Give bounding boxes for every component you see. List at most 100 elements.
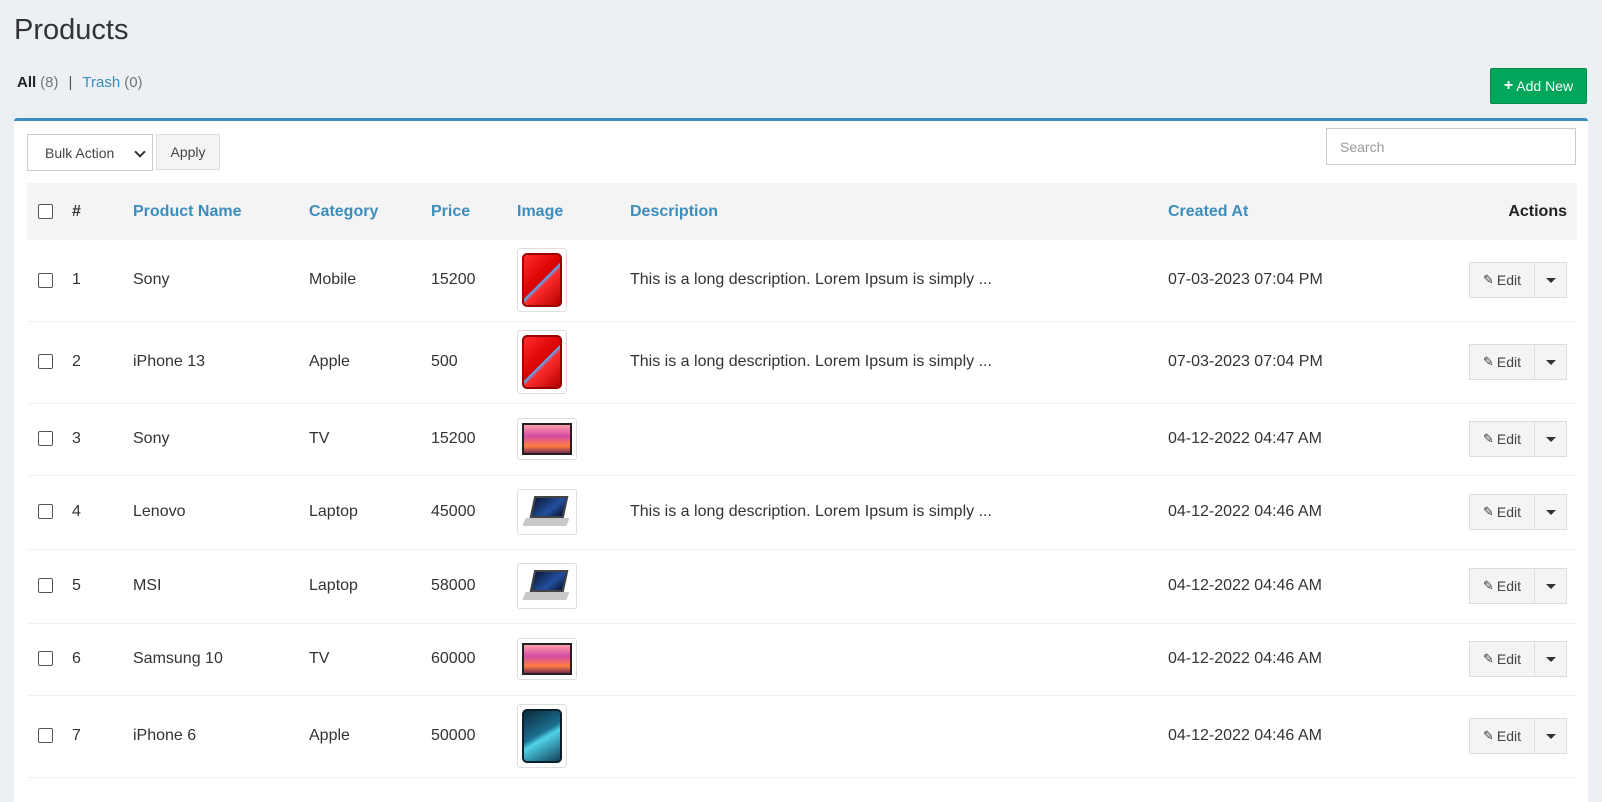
row-checkbox[interactable] xyxy=(38,431,53,447)
row-created-at: 04-12-2022 04:46 AM xyxy=(1168,650,1322,667)
products-table: # Product Name Category Price Image Desc… xyxy=(27,183,1577,778)
row-checkbox[interactable] xyxy=(38,354,53,370)
row-description xyxy=(630,403,1168,475)
edit-button[interactable]: ✎ Edit xyxy=(1469,421,1535,457)
pencil-icon: ✎ xyxy=(1482,431,1494,446)
row-description xyxy=(630,695,1168,777)
edit-button[interactable]: ✎ Edit xyxy=(1469,568,1535,604)
row-price: 60000 xyxy=(431,650,476,667)
caret-down-icon xyxy=(1545,359,1556,365)
pencil-icon: ✎ xyxy=(1482,651,1494,666)
edit-label: Edit xyxy=(1496,728,1522,744)
row-created-at: 07-03-2023 07:04 PM xyxy=(1168,353,1323,370)
product-image xyxy=(522,643,572,675)
table-row: 3 Sony TV 15200 04-12-2022 04:47 AM ✎ Edit xyxy=(27,403,1577,475)
actions-dropdown-button[interactable] xyxy=(1535,641,1567,677)
filter-trash[interactable]: Trash xyxy=(82,74,120,91)
row-checkbox[interactable] xyxy=(38,651,53,667)
row-num: 5 xyxy=(72,577,81,594)
search-input[interactable] xyxy=(1326,128,1576,165)
table-header-row: # Product Name Category Price Image Desc… xyxy=(27,183,1577,240)
product-image xyxy=(522,253,562,308)
row-product-name: iPhone 13 xyxy=(133,353,206,370)
edit-button[interactable]: ✎ Edit xyxy=(1469,262,1535,299)
caret-down-icon xyxy=(1545,436,1556,442)
filter-all-count: (8) xyxy=(40,74,59,91)
product-thumbnail xyxy=(517,330,567,394)
row-product-name: Samsung 10 xyxy=(133,650,223,667)
row-price: 15200 xyxy=(431,271,476,289)
pencil-icon: ✎ xyxy=(1482,578,1494,593)
row-actions: ✎ Edit xyxy=(1469,718,1567,754)
row-product-name: Sony xyxy=(133,271,170,289)
table-row: 1 Sony Mobile 15200 This is a long descripti… xyxy=(27,240,1577,321)
row-checkbox[interactable] xyxy=(38,728,53,744)
filter-trash-count: (0) xyxy=(124,74,143,91)
row-num: 1 xyxy=(72,271,81,289)
bulk-action-select[interactable]: Bulk Action xyxy=(27,134,153,171)
actions-dropdown-button[interactable] xyxy=(1535,718,1567,754)
row-category: Apple xyxy=(309,727,350,744)
table-row: 5 MSI Laptop 58000 04-12-2022 04:46 AM ✎ Edit xyxy=(27,549,1577,623)
row-price: 15200 xyxy=(431,430,476,447)
actions-dropdown-button[interactable] xyxy=(1535,421,1567,457)
pencil-icon: ✎ xyxy=(1482,504,1494,519)
edit-button[interactable]: ✎ Edit xyxy=(1469,641,1535,677)
plus-icon: + xyxy=(1503,77,1514,94)
row-created-at: 04-12-2022 04:46 AM xyxy=(1168,727,1322,744)
row-description xyxy=(630,549,1168,623)
header-image[interactable]: Image xyxy=(517,183,630,240)
add-new-button[interactable]: + Add New xyxy=(1490,68,1587,104)
row-product-name: Lenovo xyxy=(133,503,186,520)
apply-button[interactable]: Apply xyxy=(156,134,220,170)
row-category: TV xyxy=(309,430,330,447)
row-checkbox[interactable] xyxy=(38,504,53,520)
edit-button[interactable]: ✎ Edit xyxy=(1469,494,1535,530)
row-num: 3 xyxy=(72,430,81,447)
row-checkbox[interactable] xyxy=(38,578,53,594)
row-product-name: iPhone 6 xyxy=(133,727,197,744)
row-category: TV xyxy=(309,650,330,667)
row-description: This is a long description. Lorem Ipsum … xyxy=(630,271,992,289)
row-created-at: 07-03-2023 07:04 PM xyxy=(1168,271,1323,289)
row-created-at: 04-12-2022 04:46 AM xyxy=(1168,577,1322,594)
header-category[interactable]: Category xyxy=(309,183,431,240)
edit-label: Edit xyxy=(1496,578,1522,594)
page-title: Products xyxy=(14,14,129,46)
caret-down-icon xyxy=(1545,583,1556,589)
actions-dropdown-button[interactable] xyxy=(1535,494,1567,530)
row-price: 500 xyxy=(431,353,458,370)
pencil-icon: ✎ xyxy=(1482,272,1494,288)
row-price: 58000 xyxy=(431,577,476,594)
row-checkbox[interactable] xyxy=(38,272,53,288)
filter-all[interactable]: All xyxy=(17,74,36,91)
header-price[interactable]: Price xyxy=(431,183,517,240)
row-category: Apple xyxy=(309,353,350,370)
edit-label: Edit xyxy=(1496,504,1522,520)
row-actions: ✎ Edit xyxy=(1469,641,1567,677)
header-actions: Actions xyxy=(1508,202,1567,220)
product-thumbnail xyxy=(517,638,577,680)
row-product-name: MSI xyxy=(133,577,162,594)
edit-label: Edit xyxy=(1496,272,1522,289)
header-product-name[interactable]: Product Name xyxy=(133,183,309,240)
select-all-checkbox[interactable] xyxy=(38,203,53,219)
row-actions: ✎ Edit xyxy=(1469,421,1567,457)
header-description[interactable]: Description xyxy=(630,183,1168,240)
actions-dropdown-button[interactable] xyxy=(1535,344,1567,380)
chevron-down-icon xyxy=(134,146,146,158)
product-thumbnail xyxy=(517,489,577,535)
product-thumbnail xyxy=(517,418,577,460)
row-num: 2 xyxy=(72,353,81,370)
pencil-icon: ✎ xyxy=(1482,354,1494,369)
edit-button[interactable]: ✎ Edit xyxy=(1469,344,1535,380)
edit-button[interactable]: ✎ Edit xyxy=(1469,718,1535,754)
bulk-action-label: Bulk Action xyxy=(45,144,115,161)
row-description xyxy=(630,623,1168,695)
actions-dropdown-button[interactable] xyxy=(1535,262,1567,299)
caret-down-icon xyxy=(1545,277,1556,283)
actions-dropdown-button[interactable] xyxy=(1535,568,1567,604)
header-created-at[interactable]: Created At xyxy=(1168,183,1408,240)
caret-down-icon xyxy=(1545,656,1556,662)
product-image xyxy=(522,494,572,530)
